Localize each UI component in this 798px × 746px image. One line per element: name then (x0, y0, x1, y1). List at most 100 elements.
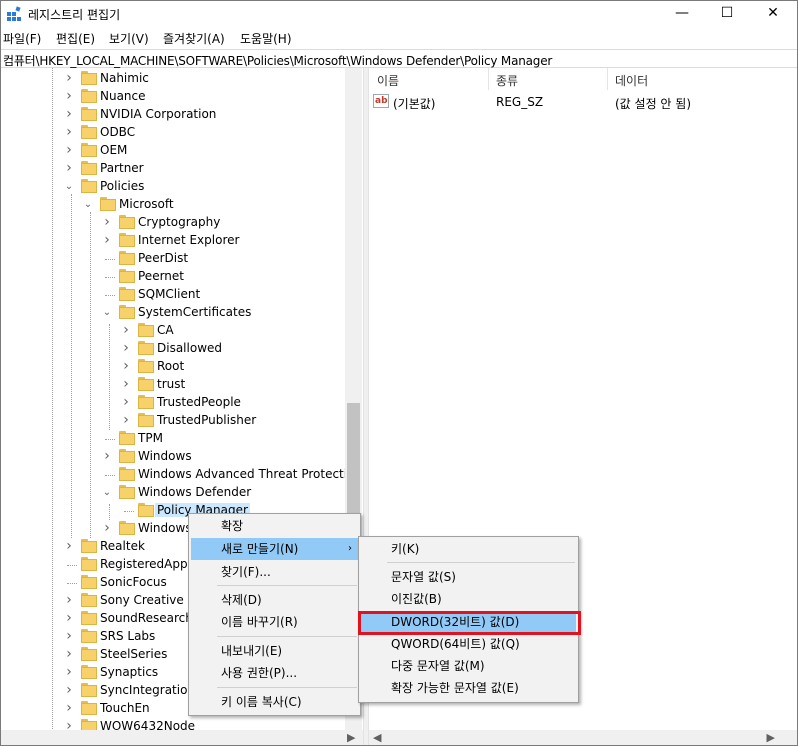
folder-icon (81, 701, 97, 715)
chevron-right-icon[interactable]: › (121, 359, 131, 373)
address-bar[interactable]: 컴퓨터\HKEY_LOCAL_MACHINE\SOFTWARE\Policies… (1, 49, 797, 68)
menu-edit[interactable]: 편집(E) (56, 30, 95, 47)
address-path[interactable]: 컴퓨터\HKEY_LOCAL_MACHINE\SOFTWARE\Policies… (3, 52, 552, 69)
menu-item-expand[interactable]: 확장 (191, 515, 358, 537)
folder-icon (119, 521, 135, 535)
chevron-right-icon[interactable]: › (64, 629, 74, 643)
chevron-down-icon[interactable]: ⌄ (102, 308, 112, 318)
folder-icon (138, 503, 154, 517)
column-divider[interactable] (607, 68, 608, 90)
chevron-right-icon[interactable]: › (64, 701, 74, 715)
column-divider[interactable] (488, 68, 489, 90)
value-type: REG_SZ (496, 95, 544, 109)
chevron-down-icon[interactable]: ⌄ (102, 488, 112, 498)
column-header-name[interactable]: 이름 (377, 72, 399, 89)
tree-scroll-thumb[interactable] (347, 403, 360, 523)
menu-item-new[interactable]: 새로 만들기(N) › (191, 538, 358, 560)
menu-item-new-key[interactable]: 키(K) (361, 538, 576, 560)
menu-item-find[interactable]: 찾기(F)... (191, 561, 358, 583)
menu-separator (387, 562, 575, 563)
menu-item-expandable-string-value[interactable]: 확장 가능한 문자열 값(E) (361, 677, 576, 699)
chevron-right-icon[interactable]: › (64, 71, 74, 85)
tree-item-label: SonicFocus (100, 575, 167, 589)
folder-icon (81, 107, 97, 121)
chevron-right-icon[interactable]: › (64, 593, 74, 607)
maximize-button[interactable]: ☐ (704, 1, 750, 26)
folder-icon (119, 467, 135, 481)
registry-editor-icon (7, 6, 21, 21)
context-menu: 확장 새로 만들기(N) › 찾기(F)... 삭제(D) 이름 바꾸기(R) … (188, 513, 361, 716)
close-button[interactable]: ✕ (750, 1, 796, 26)
folder-icon (138, 377, 154, 391)
chevron-right-icon[interactable]: › (64, 539, 74, 553)
chevron-right-icon[interactable]: › (121, 377, 131, 391)
chevron-right-icon[interactable]: › (102, 215, 112, 229)
tree-item-label: CA (157, 323, 174, 337)
folder-icon (81, 683, 97, 697)
tree-connector (105, 295, 115, 296)
tree-item-label: Policies (100, 179, 145, 193)
tree-item-label: TrustedPeople (157, 395, 241, 409)
submenu-arrow-icon: › (348, 543, 352, 554)
chevron-right-icon[interactable]: › (121, 341, 131, 355)
menu-item-export[interactable]: 내보내기(E) (191, 640, 358, 662)
tree-guide-line (109, 324, 110, 430)
menu-item-delete[interactable]: 삭제(D) (191, 589, 358, 611)
folder-icon (81, 629, 97, 643)
scroll-left-icon[interactable]: ◀ (373, 731, 381, 744)
menu-item-string-value[interactable]: 문자열 값(S) (361, 566, 576, 588)
chevron-right-icon[interactable]: › (64, 89, 74, 103)
scroll-right-icon[interactable]: ▶ (767, 731, 775, 744)
list-horizontal-scrollbar[interactable]: ◀ ▶ (369, 730, 797, 745)
chevron-down-icon[interactable]: ⌄ (64, 182, 74, 192)
tree-item-label: Nahimic (100, 71, 149, 85)
chevron-right-icon[interactable]: › (64, 161, 74, 175)
folder-icon (119, 269, 135, 283)
tree-item-label: Disallowed (157, 341, 223, 355)
chevron-right-icon[interactable]: › (64, 665, 74, 679)
chevron-right-icon[interactable]: › (121, 395, 131, 409)
menu-view[interactable]: 보기(V) (109, 30, 149, 47)
column-header-type[interactable]: 종류 (496, 72, 518, 89)
chevron-right-icon[interactable]: › (102, 449, 112, 463)
tree-item-label: SRS Labs (100, 629, 156, 643)
folder-icon (138, 359, 154, 373)
column-header-data[interactable]: 데이터 (615, 72, 648, 89)
tree-item-label: PeerDist (138, 251, 189, 265)
menu-favorites[interactable]: 즐겨찾기(A) (163, 30, 225, 47)
menu-item-binary-value[interactable]: 이진값(B) (361, 588, 576, 610)
chevron-down-icon[interactable]: ⌄ (83, 200, 93, 210)
folder-icon (81, 179, 97, 193)
folder-icon (138, 341, 154, 355)
menu-item-copy-key-name[interactable]: 키 이름 복사(C) (191, 691, 358, 713)
menu-item-permissions[interactable]: 사용 권한(P)... (191, 662, 358, 684)
chevron-right-icon[interactable]: › (121, 323, 131, 337)
folder-icon (119, 251, 135, 265)
tree-item-label: SoundResearch (100, 611, 193, 625)
list-row[interactable]: ab (기본값) REG_SZ (값 설정 안 됨) (369, 93, 797, 111)
chevron-right-icon[interactable]: › (64, 611, 74, 625)
chevron-right-icon[interactable]: › (64, 107, 74, 121)
folder-icon (81, 557, 97, 571)
menu-help[interactable]: 도움말(H) (240, 30, 292, 47)
menu-file[interactable]: 파일(F) (3, 30, 41, 47)
folder-icon (138, 413, 154, 427)
chevron-right-icon[interactable]: › (102, 233, 112, 247)
chevron-right-icon[interactable]: › (64, 143, 74, 157)
menu-item-multi-string-value[interactable]: 다중 문자열 값(M) (361, 655, 576, 677)
tree-item-label: TrustedPublisher (157, 413, 257, 427)
scroll-right-icon[interactable]: ▶ (347, 731, 355, 744)
tree-item-label: Root (157, 359, 185, 373)
chevron-right-icon[interactable]: › (121, 413, 131, 427)
chevron-right-icon[interactable]: › (64, 125, 74, 139)
tree-guide-line (90, 212, 91, 538)
tree-horizontal-scrollbar[interactable]: ▶ (1, 730, 363, 745)
tree-item-label: NVIDIA Corporation (100, 107, 217, 121)
chevron-right-icon[interactable]: › (102, 521, 112, 535)
chevron-right-icon[interactable]: › (64, 647, 74, 661)
chevron-right-icon[interactable]: › (64, 683, 74, 697)
menu-item-qword-value[interactable]: QWORD(64비트) 값(Q) (361, 633, 576, 655)
tree-item-label: TouchEn (100, 701, 150, 715)
minimize-button[interactable]: — (659, 1, 705, 26)
menu-item-rename[interactable]: 이름 바꾸기(R) (191, 611, 358, 633)
